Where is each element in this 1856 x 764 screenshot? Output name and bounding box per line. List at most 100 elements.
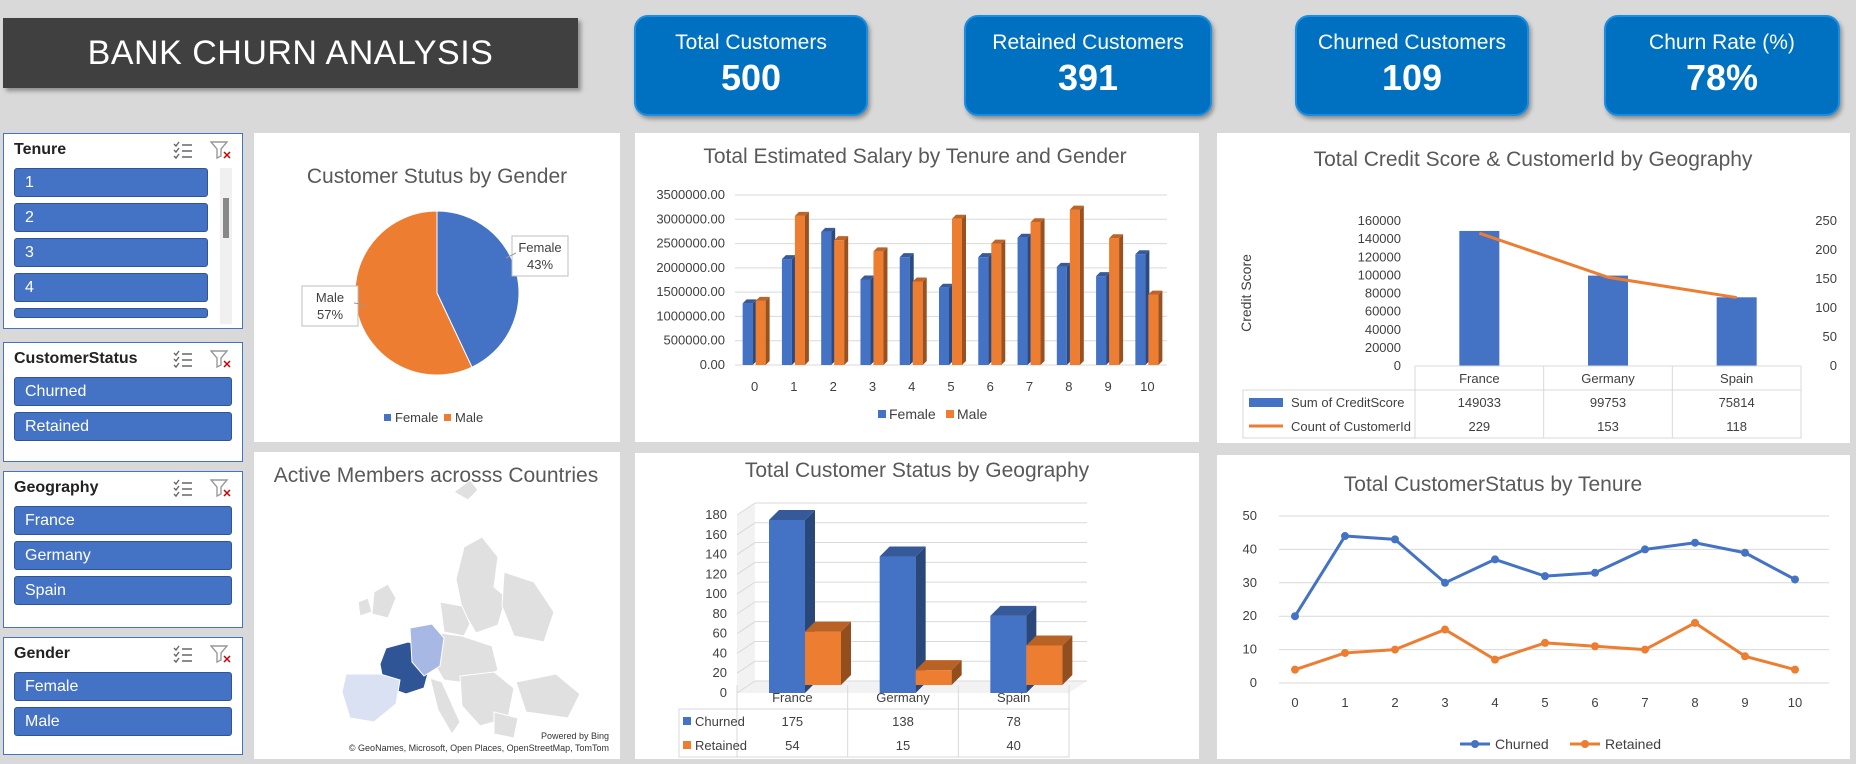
bar-female <box>978 257 989 365</box>
slicer-tenure: Tenure 1 2 3 4 <box>3 133 243 329</box>
italy-shape <box>429 677 461 735</box>
bar-churned <box>769 519 805 693</box>
point-retained <box>1791 665 1799 674</box>
point-retained <box>1641 645 1649 654</box>
y-tick-label: 160 <box>705 527 727 542</box>
bar-retained <box>1026 645 1063 685</box>
bar-side <box>841 621 851 685</box>
table-cell: 138 <box>892 714 914 729</box>
bar-churned <box>990 615 1027 693</box>
slicer-item-spain[interactable]: Spain <box>14 576 232 605</box>
bar-sum-creditscore <box>1588 275 1628 366</box>
kpi-total-customers: Total Customers 500 <box>634 15 868 116</box>
y-tick-label: 160000 <box>1358 213 1401 228</box>
y-tick-label: 180 <box>705 507 727 522</box>
y-tick-label: 20 <box>1243 608 1257 623</box>
x-tick-label: 4 <box>1491 695 1498 710</box>
slicer-item-tenure-4[interactable]: 4 <box>14 273 208 302</box>
slicer-item-tenure-3[interactable]: 3 <box>14 238 208 267</box>
bar-female <box>1096 276 1107 365</box>
x-tick-label: 9 <box>1104 379 1111 394</box>
bar-side <box>962 214 966 365</box>
slicer-item-churned[interactable]: Churned <box>14 377 232 406</box>
kpi-label: Retained Customers <box>992 31 1184 55</box>
data-label-pct: 57% <box>317 307 343 322</box>
bar-side <box>765 296 770 365</box>
slicer-item-germany[interactable]: Germany <box>14 541 232 570</box>
point-churned <box>1541 572 1549 581</box>
y-tick-label: 500000.00 <box>664 333 725 348</box>
greece-shape <box>493 711 519 739</box>
point-retained <box>1741 652 1749 661</box>
y-tick-label: 0.00 <box>700 357 725 372</box>
bar-male <box>952 218 962 365</box>
status-geo-chart: Total Customer Status by Geography 0 20 40 6… <box>678 459 1090 758</box>
bar-female <box>742 303 753 365</box>
point-retained <box>1391 645 1399 654</box>
legend-label: Count of CustomerId <box>1291 419 1411 434</box>
slicer-item-retained[interactable]: Retained <box>14 412 232 441</box>
x-tick-label: Spain <box>1720 371 1753 386</box>
y-tick-label: 80000 <box>1365 286 1401 301</box>
y-tick-label: 20 <box>713 665 727 680</box>
y2-tick-label: 100 <box>1815 300 1837 315</box>
slicer-item-male[interactable]: Male <box>14 707 232 736</box>
east-europe-shape <box>501 571 555 643</box>
bar-male <box>1109 238 1120 365</box>
bar-male <box>794 215 805 365</box>
slicer-item-tenure-2[interactable]: 2 <box>14 203 208 232</box>
clear-filter-icon[interactable] <box>210 349 232 369</box>
spain-region[interactable] <box>341 673 401 723</box>
y-tick-label: 1000000.00 <box>656 308 725 323</box>
point-retained <box>1541 638 1549 647</box>
multi-select-icon[interactable] <box>172 349 194 369</box>
point-churned <box>1791 575 1799 584</box>
bar-side <box>883 247 888 365</box>
y-tick-label: 40 <box>713 645 727 660</box>
bar-side <box>844 236 849 365</box>
legend-label: Female <box>889 406 936 422</box>
multi-select-icon[interactable] <box>172 140 194 160</box>
slicer-item-france[interactable]: France <box>14 506 232 535</box>
y-tick-label: 100000 <box>1358 267 1401 282</box>
slicer-item-tenure-1[interactable]: 1 <box>14 168 208 197</box>
map-powered-by: Powered by Bing <box>541 731 609 741</box>
clear-filter-icon[interactable] <box>210 644 232 664</box>
slicer-item-tenure-partial[interactable] <box>14 308 208 318</box>
y-tick-label: 80 <box>713 606 727 621</box>
table-cell: 15 <box>896 738 910 753</box>
bar-male <box>755 300 766 365</box>
bar-sum-creditscore <box>1459 230 1500 366</box>
bar-female <box>860 279 871 365</box>
x-tick-label: France <box>772 690 812 705</box>
bar-male <box>912 281 923 365</box>
point-churned <box>1741 548 1749 557</box>
bar-male <box>991 243 1002 365</box>
panel-credit-geo: Total Credit Score & CustomerId by Geogr… <box>1217 133 1850 443</box>
y2-tick-label: 150 <box>1815 271 1837 286</box>
gender-pie-chart: Customer Stutus by Gender Female 43% Male 57… <box>301 165 569 425</box>
kpi-churned-customers: Churned Customers 109 <box>1295 15 1529 116</box>
clear-filter-icon[interactable] <box>210 140 232 160</box>
slicer-geography: Geography France Germany Spain <box>3 471 243 628</box>
bar-male <box>1030 222 1041 365</box>
x-tick-label: 8 <box>1065 379 1072 394</box>
point-retained <box>1691 618 1699 627</box>
slicer-scrollbar[interactable] <box>220 168 232 324</box>
multi-select-icon[interactable] <box>172 478 194 498</box>
bar-female <box>1135 254 1146 365</box>
kpi-value: 391 <box>1057 56 1119 98</box>
point-retained <box>1591 642 1599 651</box>
multi-select-icon[interactable] <box>172 644 194 664</box>
x-tick-label: 1 <box>790 379 797 394</box>
clear-filter-icon[interactable] <box>210 478 232 498</box>
y-tick-label: 0 <box>1250 675 1257 690</box>
legend-swatch <box>444 414 451 421</box>
point-retained <box>1491 655 1499 664</box>
y-tick-label: 50 <box>1243 508 1257 523</box>
salary-bar-chart: Total Estimated Salary by Tenure and Gen… <box>656 145 1167 422</box>
slicer-item-female[interactable]: Female <box>14 672 232 701</box>
slicer-customer-status: CustomerStatus Churned Retained <box>3 342 243 462</box>
point-churned <box>1641 545 1649 554</box>
x-tick-label: 5 <box>1541 695 1548 710</box>
